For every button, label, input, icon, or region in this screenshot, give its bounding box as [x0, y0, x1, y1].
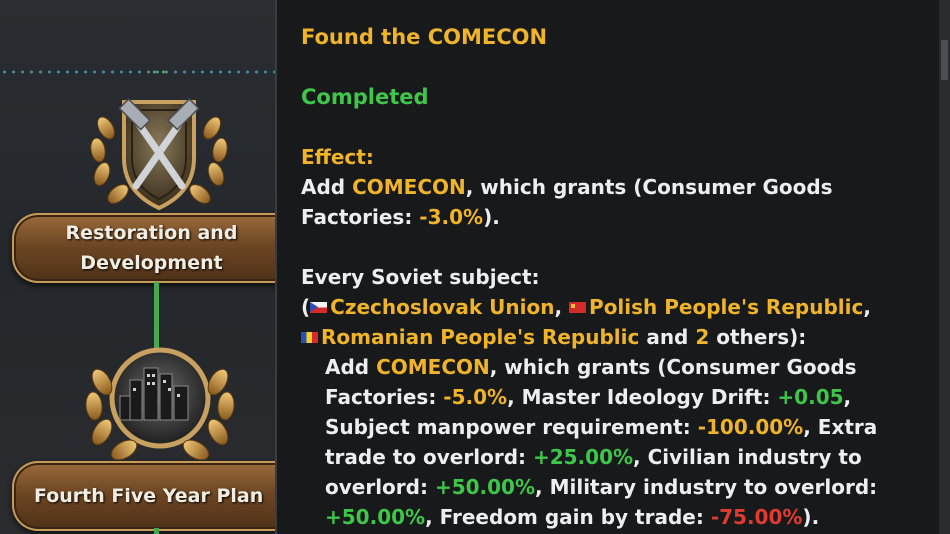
- focus-label-line1: Restoration and: [65, 222, 238, 244]
- effect1-line2: Factories: -3.0%).: [301, 205, 500, 229]
- subject-effect-block: Add COMECON, which grants (Consumer Good…: [301, 352, 939, 532]
- effect2-line4: trade to overlord: +25.00%, Civilian ind…: [325, 445, 862, 469]
- crossed-hammers-icon[interactable]: [84, 88, 234, 218]
- country-czechoslovak-union[interactable]: Czechoslovak Union: [330, 295, 554, 319]
- subjects-header: Every Soviet subject:: [301, 265, 540, 289]
- effect2-line3: Subject manpower requirement: -100.00%, …: [325, 415, 878, 439]
- focus-tooltip: Found the COMECON Completed Effect: Add …: [275, 0, 939, 534]
- focus-label-text: Restoration and Development: [34, 218, 269, 278]
- effect2-line1: Add COMECON, which grants (Consumer Good…: [325, 355, 857, 379]
- focus-label-line1: Fourth Five Year Plan: [34, 485, 264, 507]
- effect2-line5: overlord: +50.00%, Military industry to …: [325, 475, 878, 499]
- focus-restoration-and-development[interactable]: Restoration and Development: [12, 213, 280, 283]
- focus-connector-dotted: [0, 70, 280, 74]
- comecon-link: COMECON: [352, 175, 466, 199]
- focus-tree-panel: Restoration and Development Fourth Five …: [0, 0, 280, 534]
- comecon-link: COMECON: [376, 355, 490, 379]
- poland-flag-icon: [569, 302, 587, 313]
- focus-fourth-five-year-plan[interactable]: Fourth Five Year Plan: [12, 461, 280, 531]
- effect2-line6: +50.00%, Freedom gain by trade: -75.00%)…: [325, 505, 820, 529]
- others-count: 2: [695, 325, 710, 349]
- effect-header: Effect:: [301, 145, 374, 169]
- subjects-list-line2: Romanian People's Republic and 2 others)…: [301, 322, 939, 352]
- tooltip-title: Found the COMECON: [301, 25, 548, 49]
- city-wreath-icon[interactable]: [80, 340, 240, 470]
- effect1-line1: Add COMECON, which grants (Consumer Good…: [301, 175, 833, 199]
- effect2-line2: Factories: -5.0%, Master Ideology Drift:…: [325, 385, 852, 409]
- country-romanian-peoples-republic[interactable]: Romanian People's Republic: [321, 325, 639, 349]
- scrollbar-thumb[interactable]: [941, 40, 948, 80]
- tooltip-status: Completed: [301, 85, 429, 109]
- romania-flag-icon: [301, 332, 318, 343]
- value-text: -3.0%: [419, 205, 484, 229]
- focus-label-line2: Development: [80, 252, 223, 274]
- country-polish-peoples-republic[interactable]: Polish People's Republic: [589, 295, 863, 319]
- focus-connector-dotted-green: [150, 70, 170, 74]
- focus-connector-line: [154, 528, 159, 534]
- czechoslovakia-flag-icon: [310, 302, 328, 313]
- scrollbar[interactable]: [939, 0, 950, 534]
- subjects-list-line1: (Czechoslovak Union, Polish People's Rep…: [301, 295, 871, 319]
